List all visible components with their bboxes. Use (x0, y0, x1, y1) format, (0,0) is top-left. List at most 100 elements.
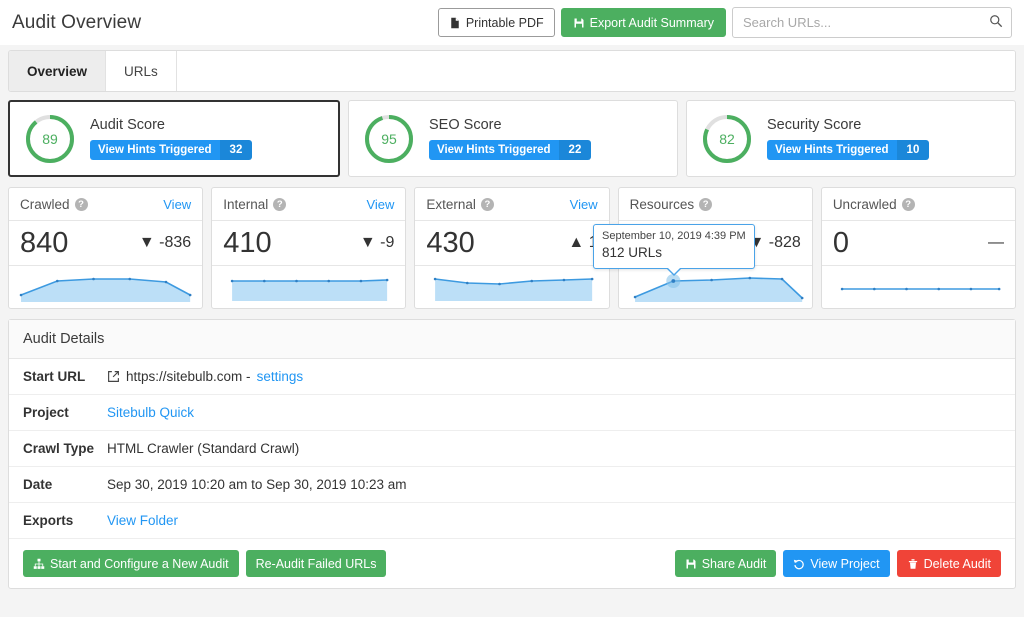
score-card-seo[interactable]: 95 SEO Score View Hints Triggered 22 (348, 100, 678, 177)
uncrawled-value: 0 (833, 229, 849, 258)
score-card-audit[interactable]: 89 Audit Score View Hints Triggered 32 (8, 100, 340, 177)
resources-sparkline (619, 266, 812, 308)
start-new-audit-label: Start and Configure a New Audit (50, 557, 229, 571)
external-link-icon[interactable] (107, 370, 120, 383)
audit-score-donut: 89 (24, 113, 76, 165)
export-audit-summary-button[interactable]: Export Audit Summary (561, 8, 726, 37)
detail-value-crawl-type: HTML Crawler (Standard Crawl) (107, 441, 299, 456)
metric-card-external: External ? View 430 ▲ 1 (414, 187, 609, 309)
detail-value-date: Sep 30, 2019 10:20 am to Sep 30, 2019 10… (107, 477, 406, 492)
help-icon[interactable]: ? (699, 198, 712, 211)
detail-row-date: Date Sep 30, 2019 10:20 am to Sep 30, 20… (9, 467, 1015, 503)
internal-title: Internal (223, 197, 268, 212)
audit-overview-page: Audit Overview Printable PDF Export Audi… (0, 0, 1024, 617)
detail-label-crawl-type: Crawl Type (23, 441, 107, 456)
detail-row-project: Project Sitebulb Quick (9, 395, 1015, 431)
internal-header: Internal ? View (212, 188, 405, 221)
metric-card-internal: Internal ? View 410 ▼ -9 (211, 187, 406, 309)
crawled-sparkline (9, 266, 202, 308)
crawled-value: 840 (20, 229, 68, 258)
file-icon (449, 17, 461, 29)
internal-sparkline (212, 266, 405, 308)
save-disk-icon (685, 558, 697, 570)
audit-details-panel: Audit Details Start URL https://sitebulb… (8, 319, 1016, 589)
view-folder-link[interactable]: View Folder (107, 513, 178, 528)
tab-overview-label: Overview (27, 64, 87, 79)
seo-score-donut: 95 (363, 113, 415, 165)
delete-audit-label: Delete Audit (924, 557, 991, 571)
help-icon[interactable]: ? (902, 198, 915, 211)
audit-score-value: 89 (24, 113, 76, 165)
seo-hints-badge[interactable]: View Hints Triggered 22 (429, 140, 591, 160)
printable-pdf-button[interactable]: Printable PDF (438, 8, 555, 37)
header-actions: Printable PDF Export Audit Summary (438, 7, 1012, 38)
security-score-donut: 82 (701, 113, 753, 165)
metric-card-uncrawled: Uncrawled ? 0 — (821, 187, 1016, 309)
external-body: 430 ▲ 1 (415, 221, 608, 266)
external-header: External ? View (415, 188, 608, 221)
share-audit-button[interactable]: Share Audit (675, 550, 777, 577)
resources-header: Resources ? (619, 188, 812, 221)
share-audit-label: Share Audit (702, 557, 767, 571)
detail-label-exports: Exports (23, 513, 107, 528)
seo-hints-label: View Hints Triggered (429, 140, 559, 160)
view-project-button[interactable]: View Project (783, 550, 889, 577)
audit-hints-count: 32 (220, 140, 253, 160)
audit-action-bar-right: Share Audit View Project Delete Aud (675, 550, 1001, 577)
search-icon[interactable] (989, 14, 1003, 28)
internal-body: 410 ▼ -9 (212, 221, 405, 266)
crawled-title: Crawled (20, 197, 70, 212)
metric-cards: Crawled ? View 840 ▼ -836 (8, 187, 1016, 309)
history-undo-icon (793, 558, 805, 570)
security-score-label: Security Score (767, 117, 929, 133)
audit-hints-badge[interactable]: View Hints Triggered 32 (90, 140, 252, 160)
printable-pdf-label: Printable PDF (466, 16, 544, 30)
seo-hints-count: 22 (559, 140, 592, 160)
security-score-body: Security Score View Hints Triggered 10 (767, 117, 929, 160)
help-icon[interactable]: ? (481, 198, 494, 211)
metric-card-crawled: Crawled ? View 840 ▼ -836 (8, 187, 203, 309)
resources-delta: ▼ -828 (749, 234, 801, 252)
detail-row-exports: Exports View Folder (9, 503, 1015, 539)
external-value: 430 (426, 229, 474, 258)
start-url-settings-link[interactable]: settings (257, 369, 304, 384)
tab-overview[interactable]: Overview (9, 51, 106, 91)
crawled-body: 840 ▼ -836 (9, 221, 202, 266)
uncrawled-title: Uncrawled (833, 197, 897, 212)
resources-title: Resources (630, 197, 695, 212)
external-view-link[interactable]: View (570, 197, 598, 212)
delete-audit-button[interactable]: Delete Audit (897, 550, 1001, 577)
page-title: Audit Overview (12, 12, 141, 34)
start-new-audit-button[interactable]: Start and Configure a New Audit (23, 550, 239, 577)
internal-value: 410 (223, 229, 271, 258)
seo-score-body: SEO Score View Hints Triggered 22 (429, 117, 591, 160)
help-icon[interactable]: ? (273, 198, 286, 211)
project-link[interactable]: Sitebulb Quick (107, 405, 194, 420)
security-hints-badge[interactable]: View Hints Triggered 10 (767, 140, 929, 160)
audit-score-label: Audit Score (90, 117, 252, 133)
help-icon[interactable]: ? (75, 198, 88, 211)
internal-view-link[interactable]: View (366, 197, 394, 212)
tab-urls[interactable]: URLs (106, 51, 177, 91)
sitemap-icon (33, 558, 45, 570)
start-url-text: https://sitebulb.com - (126, 369, 251, 384)
detail-label-start-url: Start URL (23, 369, 107, 384)
crawled-view-link[interactable]: View (163, 197, 191, 212)
score-card-security[interactable]: 82 Security Score View Hints Triggered 1… (686, 100, 1016, 177)
security-hints-count: 10 (897, 140, 930, 160)
tab-bar: Overview URLs (8, 50, 1016, 92)
audit-action-bar: Start and Configure a New Audit Re-Audit… (9, 539, 1015, 588)
page-header: Audit Overview Printable PDF Export Audi… (0, 0, 1024, 45)
uncrawled-header: Uncrawled ? (822, 188, 1015, 221)
tooltip-date: September 10, 2019 4:39 PM (602, 230, 746, 244)
save-disk-icon (573, 17, 585, 29)
detail-value-project: Sitebulb Quick (107, 405, 194, 420)
score-cards: 89 Audit Score View Hints Triggered 32 9… (8, 100, 1016, 177)
search-input[interactable] (732, 7, 1012, 38)
external-title: External (426, 197, 476, 212)
tooltip-arrow-inner (667, 267, 681, 274)
reaudit-failed-urls-button[interactable]: Re-Audit Failed URLs (246, 550, 387, 577)
search-container (732, 7, 1012, 38)
security-score-value: 82 (701, 113, 753, 165)
export-audit-summary-label: Export Audit Summary (590, 16, 714, 30)
